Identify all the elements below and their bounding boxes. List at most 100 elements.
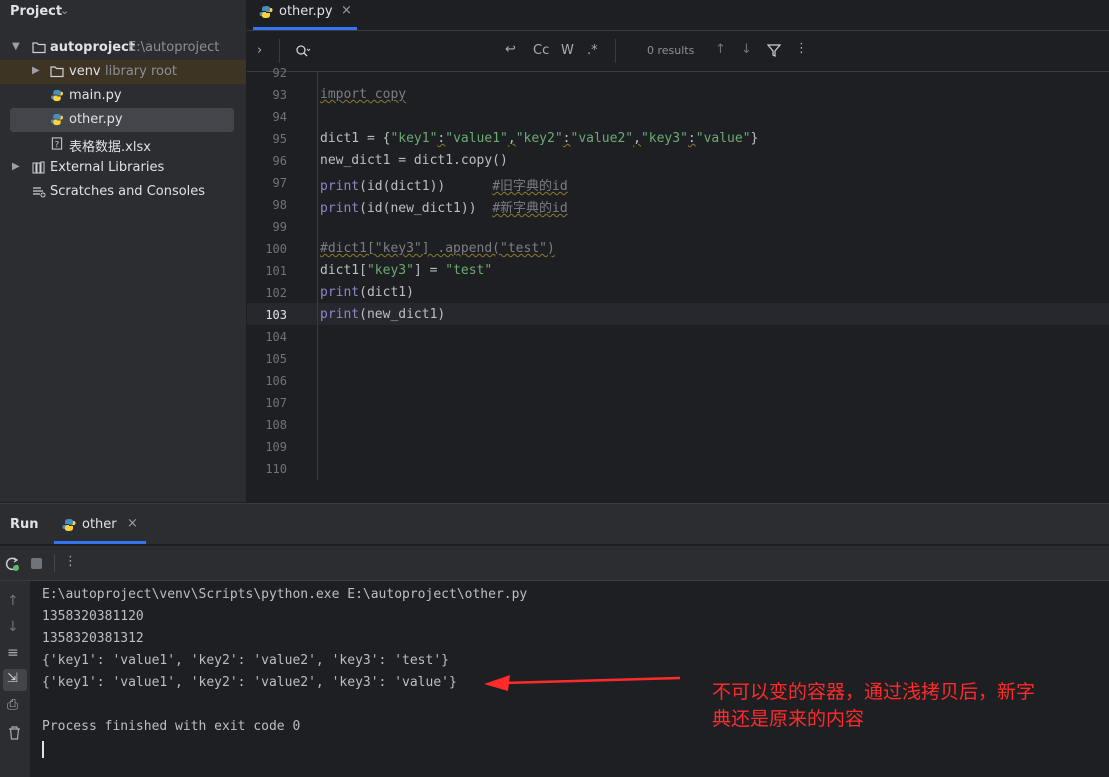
code-area[interactable]: import copy dict1 = {"key1":"value1","ke…	[317, 72, 1109, 480]
close-icon[interactable]: ×	[341, 3, 352, 18]
scroll-to-end-icon: ⇲	[7, 671, 18, 686]
line-number-current: 103	[265, 308, 287, 322]
tree-item-hint: library root	[105, 64, 178, 79]
tab-other-py[interactable]: other.py ×	[253, 0, 357, 30]
tree-item-xlsx[interactable]: ? 表格数据.xlsx	[0, 132, 246, 156]
code-line: import copy	[320, 87, 406, 102]
scroll-to-end-button[interactable]: ⇲	[3, 669, 27, 691]
project-panel-title[interactable]: Project	[10, 4, 62, 19]
search-icon[interactable]	[295, 44, 311, 58]
tree-item-label: other.py	[69, 112, 123, 127]
code-token: (id(dict1))	[359, 179, 446, 194]
arrow-up-icon[interactable]: ↑	[715, 42, 726, 57]
arrow-down-icon[interactable]: ↓	[741, 42, 752, 57]
line-number: 109	[265, 440, 287, 454]
tree-item-venv[interactable]: ▶ venv library root	[0, 60, 246, 84]
tree-item-other-py[interactable]: other.py	[10, 108, 234, 132]
line-number: 97	[272, 176, 287, 190]
editor-tab-bar: other.py ×	[247, 0, 1109, 31]
line-number: 99	[272, 220, 287, 234]
rerun-icon[interactable]	[4, 556, 20, 572]
code-line: print(id(new_dict1)) #新字典的id	[320, 197, 568, 216]
close-icon[interactable]: ×	[127, 516, 138, 531]
code-line: dict1 = {"key1":"value1","key2":"value2"…	[320, 131, 759, 146]
code-token: import copy	[320, 87, 407, 102]
arrow-up-icon[interactable]: ↑	[7, 593, 19, 609]
tree-item-autoproject[interactable]: ▼ autoproject E:\autoproject	[0, 36, 246, 60]
console-line: {'key1': 'value1', 'key2': 'value2', 'ke…	[42, 653, 449, 668]
run-tab-other[interactable]: other ×	[54, 504, 146, 544]
filter-icon[interactable]	[767, 44, 781, 58]
line-number: 108	[265, 418, 287, 432]
editor-panel: other.py × › ↩ Cc W .* 0 results ↑ ↓ ⋮ 9…	[247, 0, 1109, 502]
python-file-icon	[50, 89, 64, 102]
tree-item-external-libraries[interactable]: ▶ External Libraries	[0, 156, 246, 180]
match-case-button[interactable]: Cc	[533, 43, 549, 58]
python-file-icon	[62, 519, 76, 531]
line-number: 102	[265, 286, 287, 300]
line-number: 92	[272, 66, 287, 80]
active-tab-indicator	[253, 27, 357, 30]
project-panel-header[interactable]: Project ⌄	[0, 0, 246, 24]
chevron-right-icon[interactable]: ▶	[12, 161, 20, 172]
annotation-line: 典还是原来的内容	[712, 708, 865, 730]
more-vertical-icon[interactable]: ⋮	[795, 41, 808, 56]
code-line: new_dict1 = dict1.copy()	[320, 153, 508, 168]
soft-wrap-icon[interactable]: ≡	[7, 645, 19, 661]
console-line: Process finished with exit code 0	[42, 719, 301, 734]
line-number: 106	[265, 374, 287, 388]
scratches-icon	[33, 187, 46, 198]
tree-item-scratches[interactable]: Scratches and Consoles	[0, 180, 246, 204]
trash-icon[interactable]	[8, 726, 21, 740]
print-icon[interactable]: ⎙	[7, 697, 18, 713]
unknown-file-icon: ?	[51, 137, 63, 150]
line-number: 96	[272, 154, 287, 168]
code-token: print	[320, 179, 360, 194]
chevron-right-icon[interactable]: ▶	[32, 65, 40, 76]
console-line: E:\autoproject\venv\Scripts\python.exe E…	[42, 587, 528, 602]
tree-item-main-py[interactable]: main.py	[0, 84, 246, 108]
line-number: 101	[265, 264, 287, 278]
run-tab-bar: Run other ×	[0, 504, 1109, 544]
code-token: new_dict1 = dict1.copy()	[320, 153, 508, 168]
svg-text:?: ?	[55, 139, 59, 149]
code-token: "key3"	[366, 263, 414, 278]
code-token: "key3"	[640, 131, 688, 146]
code-comment: #旧字典的id	[492, 179, 568, 194]
arrow-down-icon[interactable]: ↓	[7, 619, 19, 635]
python-file-icon	[259, 6, 273, 18]
chevron-down-icon[interactable]: ▼	[12, 41, 20, 52]
new-line-icon[interactable]: ↩	[505, 42, 516, 57]
more-vertical-icon[interactable]: ⋮	[64, 554, 77, 569]
line-number: 95	[272, 132, 287, 146]
code-token: (dict1)	[359, 285, 414, 300]
chevron-down-icon[interactable]: ⌄	[60, 4, 69, 17]
find-bar: › ↩ Cc W .* 0 results ↑ ↓ ⋮	[247, 31, 1109, 72]
results-count: 0 results	[647, 44, 695, 57]
annotation-arrow-icon	[484, 675, 681, 691]
line-number: 98	[272, 198, 287, 212]
code-token: "value2"	[570, 131, 634, 146]
code-token: "test"	[445, 263, 493, 278]
active-tab-indicator	[54, 541, 146, 544]
chevron-right-icon[interactable]: ›	[257, 43, 262, 58]
console-line: 1358320381312	[42, 631, 144, 646]
run-side-toolbar: ↑ ↓ ≡ ⇲ ⎙	[0, 581, 30, 777]
folder-icon	[50, 66, 64, 78]
code-token: print	[320, 307, 360, 322]
code-token: "value"	[695, 131, 751, 146]
line-number: 105	[265, 352, 287, 366]
stop-icon[interactable]	[31, 558, 42, 569]
tree-item-label: External Libraries	[50, 160, 165, 175]
line-number: 107	[265, 396, 287, 410]
code-token: dict1[	[320, 263, 367, 278]
whole-words-button[interactable]: W	[561, 43, 574, 58]
run-tab-label: other	[82, 517, 117, 532]
regex-button[interactable]: .*	[587, 43, 598, 58]
tree-item-label: 表格数据.xlsx	[69, 140, 151, 155]
code-line: print(id(dict1)) #旧字典的id	[320, 175, 568, 194]
line-number: 110	[265, 462, 287, 476]
line-number: 93	[272, 88, 287, 102]
search-input[interactable]	[319, 39, 489, 63]
code-comment: #dict1["key3"] .append("test")	[320, 241, 555, 256]
